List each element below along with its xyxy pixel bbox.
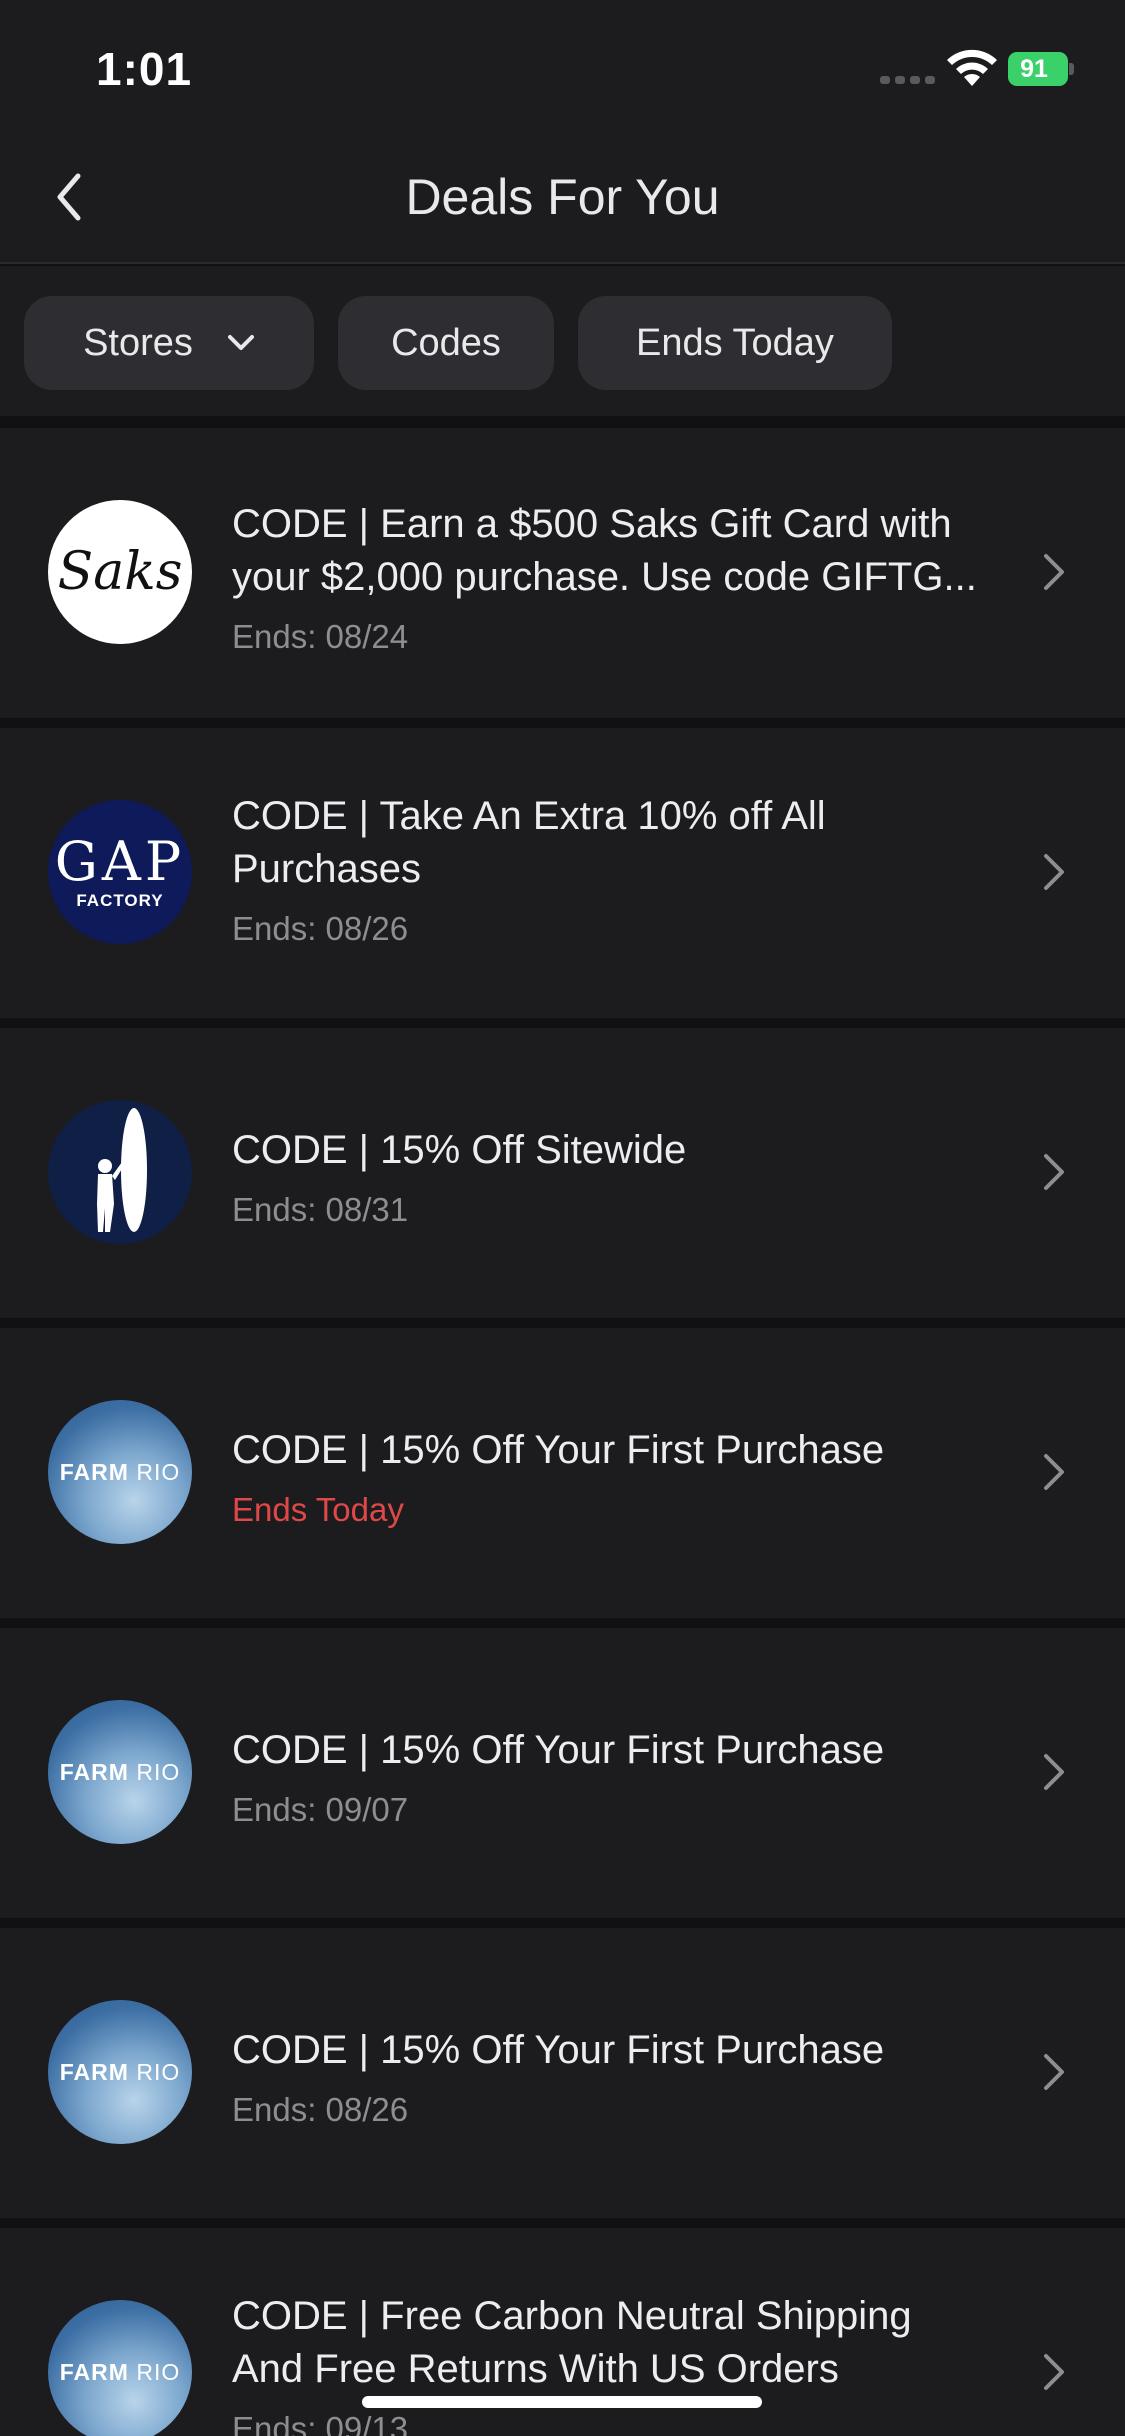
chevron-right-icon (1044, 554, 1064, 590)
deal-text: CODE | Take An Extra 10% off All Purchas… (232, 790, 1012, 948)
deal-item[interactable]: Saks CODE | Earn a $500 Saks Gift Card w… (0, 428, 1125, 718)
deal-end-date: Ends: 08/24 (232, 618, 409, 655)
filter-bar: Stores Codes Ends Today (0, 266, 1125, 416)
deal-item[interactable]: FARM RIO CODE | 15% Off Your First Purch… (0, 1328, 1125, 1618)
store-logo-saks: Saks (48, 500, 192, 644)
battery-level: 91 (1020, 55, 1048, 83)
stores-filter-label: Stores (83, 321, 193, 364)
navigation-header: Deals For You (0, 132, 1125, 264)
wifi-icon (947, 49, 997, 86)
deal-end-date: Ends: 09/07 (232, 1791, 409, 1828)
store-logo-farm-rio: FARM RIO (48, 1700, 192, 1844)
chevron-down-icon (227, 335, 254, 350)
ends-today-filter-chip[interactable]: Ends Today (578, 296, 892, 390)
codes-filter-label: Codes (391, 321, 501, 364)
store-logo-farm-rio: FARM RIO (48, 2300, 192, 2436)
cellular-signal-icon (880, 76, 936, 86)
deal-title: CODE | 15% Off Your First Purchase (232, 2028, 885, 2072)
deal-title: CODE | 15% Off Sitewide (232, 1128, 687, 1172)
battery-icon: 91 (1008, 52, 1074, 86)
deal-end-date: Ends: 08/26 (232, 2091, 409, 2128)
chevron-right-icon (1044, 2054, 1064, 2090)
deal-end-date-urgent: Ends Today (232, 1491, 404, 1528)
ends-today-filter-label: Ends Today (636, 321, 834, 364)
chevron-right-icon (1044, 1154, 1064, 1190)
codes-filter-chip[interactable]: Codes (338, 296, 554, 390)
status-bar: 1:01 91 (0, 0, 1125, 132)
store-logo-surfer (48, 1100, 192, 1244)
deal-item[interactable]: GAP FACTORY CODE | Take An Extra 10% off… (0, 728, 1125, 1018)
deal-text: CODE | Free Carbon Neutral Shipping And … (232, 2290, 1012, 2436)
store-logo-gap-factory: GAP FACTORY (48, 800, 192, 944)
chevron-right-icon (1044, 1754, 1064, 1790)
deal-item[interactable]: FARM RIO CODE | 15% Off Your First Purch… (0, 1628, 1125, 1918)
deal-title: CODE | Earn a $500 Saks Gift Card with y… (232, 502, 977, 599)
home-indicator[interactable] (362, 2396, 762, 2408)
deal-title: CODE | 15% Off Your First Purchase (232, 1428, 885, 1472)
deal-item[interactable]: CODE | 15% Off Sitewide Ends: 08/31 (0, 1028, 1125, 1318)
deal-end-date: Ends: 08/26 (232, 910, 409, 947)
deal-title: CODE | Free Carbon Neutral Shipping And … (232, 2294, 912, 2391)
status-time: 1:01 (96, 43, 193, 95)
deal-end-date: Ends: 08/31 (232, 1191, 409, 1228)
deal-title: CODE | 15% Off Your First Purchase (232, 1728, 885, 1772)
deal-text: CODE | 15% Off Your First Purchase Ends … (232, 1424, 1012, 1529)
store-logo-farm-rio: FARM RIO (48, 2000, 192, 2144)
deal-end-date: Ends: 09/13 (232, 2410, 409, 2436)
deal-text: CODE | 15% Off Your First Purchase Ends:… (232, 1724, 1012, 1829)
deal-text: CODE | 15% Off Sitewide Ends: 08/31 (232, 1124, 1012, 1229)
deal-item[interactable]: FARM RIO CODE | 15% Off Your First Purch… (0, 1928, 1125, 2218)
store-logo-farm-rio: FARM RIO (48, 1400, 192, 1544)
chevron-right-icon (1044, 2354, 1064, 2390)
deal-title: CODE | Take An Extra 10% off All Purchas… (232, 794, 826, 891)
page-title: Deals For You (405, 169, 720, 225)
chevron-right-icon (1044, 1454, 1064, 1490)
stores-filter-chip[interactable]: Stores (24, 296, 314, 390)
deal-text: CODE | 15% Off Your First Purchase Ends:… (232, 2024, 1012, 2129)
surfer-icon (97, 1108, 147, 1232)
deal-text: CODE | Earn a $500 Saks Gift Card with y… (232, 498, 1012, 656)
chevron-right-icon (1044, 854, 1064, 890)
